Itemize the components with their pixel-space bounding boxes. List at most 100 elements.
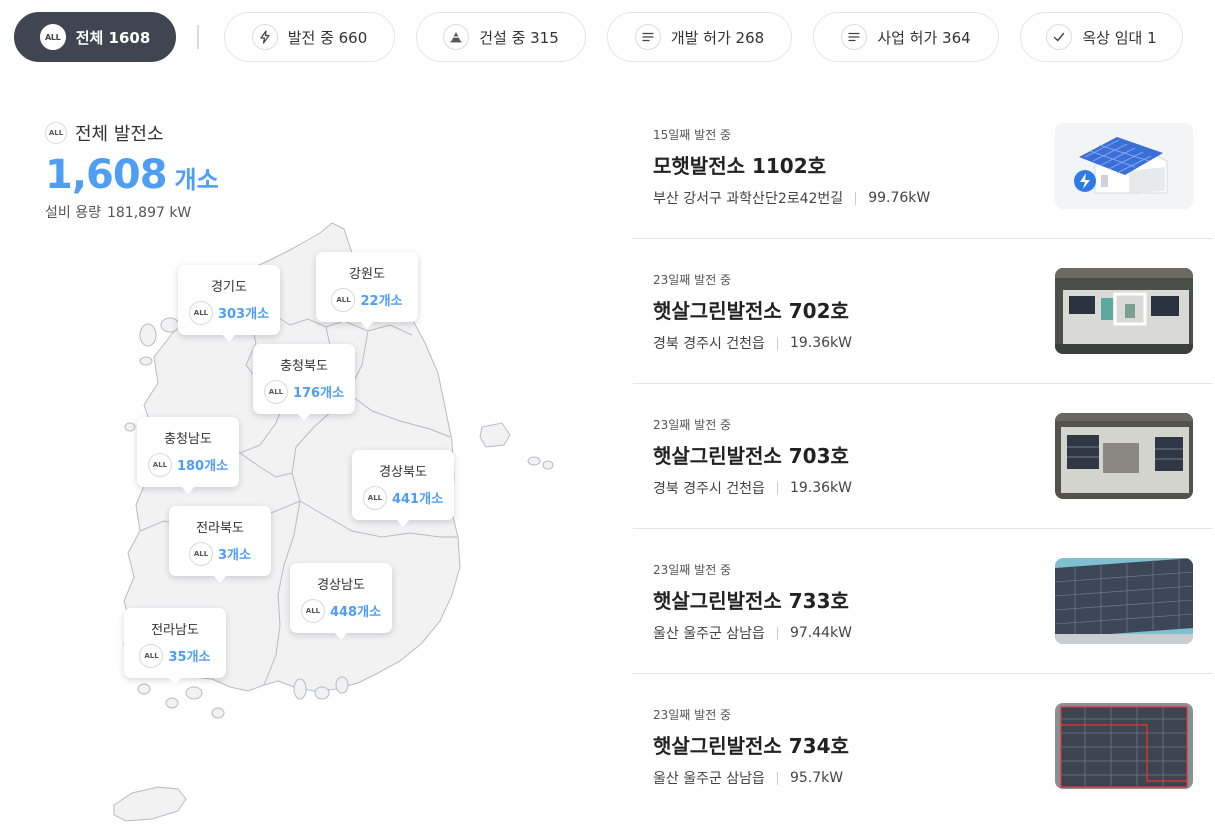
region-count: 303개소 xyxy=(217,307,270,322)
island-shape xyxy=(293,678,307,700)
region-count-row: ALL 303개소 xyxy=(188,300,270,325)
korea-map: 경기도 ALL 303개소 강원도 ALL 22개소 충청북도 ALL 176개… xyxy=(100,215,570,827)
plant-meta: 경북 경주시 건천읍 19.36kW xyxy=(653,478,852,498)
all-badge-icon: ALL xyxy=(39,24,66,50)
summary-count: 1,608 개소 xyxy=(45,152,219,198)
meta-divider xyxy=(776,771,778,785)
island-shape xyxy=(314,686,330,700)
plant-status: 23일째 발전 중 xyxy=(653,418,732,432)
island-shape xyxy=(165,697,179,709)
region-pin-gyeongnam[interactable]: 경상남도 ALL 448개소 xyxy=(290,563,392,640)
region-pin-gyeonggi[interactable]: 경기도 ALL 303개소 xyxy=(178,265,280,342)
region-pin-chungbuk[interactable]: 충청북도 ALL 176개소 xyxy=(253,344,355,421)
plant-status: 23일째 발전 중 xyxy=(653,708,732,722)
meta-divider xyxy=(776,626,778,640)
region-name: 경기도 xyxy=(211,279,247,295)
plant-name: 햇살그린발전소 734호 xyxy=(653,734,849,758)
plant-thumbnail xyxy=(1055,123,1193,209)
region-count: 448개소 xyxy=(329,605,382,620)
plant-address: 경북 경주시 건천읍 xyxy=(653,336,765,352)
region-pin-gyeongbuk[interactable]: 경상북도 ALL 441개소 xyxy=(352,450,454,527)
all-badge-icon: ALL xyxy=(331,287,356,312)
summary-title: 전체 발전소 xyxy=(75,124,164,145)
aerial-rooftop-photo xyxy=(1055,703,1193,789)
cone-icon xyxy=(443,24,470,50)
plant-list-item[interactable]: 23일째 발전 중 햇살그린발전소 734호 울산 울주군 삼남읍 95.7kW xyxy=(633,674,1213,819)
all-badge-icon: ALL xyxy=(189,541,214,566)
list-lines-icon xyxy=(841,24,868,50)
plant-meta: 부산 강서구 과학산단2로42번길 99.76kW xyxy=(653,188,930,208)
filter-label: 개발 허가 268 xyxy=(670,28,765,47)
all-badge-icon: ALL xyxy=(300,598,325,623)
list-lines-icon xyxy=(634,24,661,50)
plant-address: 경북 경주시 건천읍 xyxy=(653,481,765,497)
island-shape xyxy=(139,323,157,347)
island-shape xyxy=(185,686,203,700)
meta-divider xyxy=(776,481,778,495)
plant-meta: 울산 울주군 삼남읍 95.7kW xyxy=(653,768,843,788)
plant-thumbnail xyxy=(1055,413,1193,499)
region-pin-jeonbuk[interactable]: 전라북도 ALL 3개소 xyxy=(169,506,271,583)
plant-capacity: 19.36kW xyxy=(789,480,852,496)
region-count: 441개소 xyxy=(391,492,444,507)
region-pin-jeonnam[interactable]: 전라남도 ALL 35개소 xyxy=(124,608,226,685)
island-shape xyxy=(137,683,151,695)
plant-meta: 경북 경주시 건천읍 19.36kW xyxy=(653,333,852,353)
dokdo-shape xyxy=(542,460,554,470)
filter-biz-permit-chip[interactable]: 사업 허가 364 xyxy=(813,12,999,62)
island-shape xyxy=(335,676,349,694)
plant-capacity: 19.36kW xyxy=(789,335,852,351)
plant-address: 울산 울주군 삼남읍 xyxy=(653,771,765,787)
region-count: 180개소 xyxy=(176,459,229,474)
region-name: 전라남도 xyxy=(151,622,199,638)
region-name: 강원도 xyxy=(349,266,385,282)
region-count: 3개소 xyxy=(218,548,251,563)
filter-label: 옥상 임대 1 xyxy=(1082,28,1157,47)
filter-label: 전체 1608 xyxy=(75,28,151,47)
summary-panel: ALL 전체 발전소 1,608 개소 설비 용량 181,897 kW xyxy=(45,120,219,222)
plant-address: 부산 강서구 과학산단2로42번길 xyxy=(653,191,844,207)
filter-dev-permit-chip[interactable]: 개발 허가 268 xyxy=(607,12,792,62)
filter-generating-chip[interactable]: 발전 중 660 xyxy=(224,12,395,62)
region-pin-chungnam[interactable]: 충청남도 ALL 180개소 xyxy=(137,417,239,494)
plant-meta: 울산 울주군 삼남읍 97.44kW xyxy=(653,623,852,643)
filter-construction-chip[interactable]: 건설 중 315 xyxy=(416,12,586,62)
plant-capacity: 99.76kW xyxy=(868,190,931,206)
region-count-row: ALL 448개소 xyxy=(300,598,382,623)
summary-count-unit: 개소 xyxy=(174,166,219,194)
filter-all-chip[interactable]: ALL 전체 1608 xyxy=(14,12,176,62)
jeju-shape xyxy=(113,786,187,822)
plant-status: 23일째 발전 중 xyxy=(653,563,732,577)
capacity-label: 설비 용량 xyxy=(45,205,101,221)
all-badge-icon: ALL xyxy=(188,300,213,325)
filter-label: 건설 중 315 xyxy=(479,28,559,47)
summary-count-number: 1,608 xyxy=(45,152,168,198)
plant-thumbnail xyxy=(1055,268,1193,354)
plant-thumbnail xyxy=(1055,558,1193,644)
region-pin-gangwon[interactable]: 강원도 ALL 22개소 xyxy=(316,252,418,329)
plant-capacity: 95.7kW xyxy=(789,770,844,786)
plant-list-item[interactable]: 15일째 발전 중 모햇발전소 1102호 부산 강서구 과학산단2로42번길 … xyxy=(633,94,1213,239)
region-count-row: ALL 180개소 xyxy=(147,452,229,477)
filter-rooftop-chip[interactable]: 옥상 임대 1 xyxy=(1020,12,1183,62)
island-shape xyxy=(211,707,225,719)
region-name: 경상남도 xyxy=(317,577,365,593)
plant-name: 모햇발전소 1102호 xyxy=(653,154,827,178)
aerial-rooftop-photo xyxy=(1055,413,1193,499)
all-badge-icon: ALL xyxy=(45,122,67,144)
filter-separator xyxy=(197,25,199,49)
plant-list-item[interactable]: 23일째 발전 중 햇살그린발전소 733호 울산 울주군 삼남읍 97.44k… xyxy=(633,529,1213,674)
plant-list-item[interactable]: 23일째 발전 중 햇살그린발전소 702호 경북 경주시 건천읍 19.36k… xyxy=(633,239,1213,384)
all-badge-icon: ALL xyxy=(139,643,164,668)
region-count-row: ALL 35개소 xyxy=(139,643,211,668)
aerial-rooftop-photo xyxy=(1055,268,1193,354)
region-count: 35개소 xyxy=(168,650,211,665)
island-shape xyxy=(139,356,153,366)
aerial-rooftop-photo xyxy=(1055,558,1193,644)
dokdo-shape xyxy=(527,456,541,466)
lightning-icon xyxy=(251,24,278,50)
region-count-row: ALL 22개소 xyxy=(331,287,403,312)
ulleungdo-shape xyxy=(479,422,511,448)
region-name: 전라북도 xyxy=(196,520,244,536)
plant-list-item[interactable]: 23일째 발전 중 햇살그린발전소 703호 경북 경주시 건천읍 19.36k… xyxy=(633,384,1213,529)
